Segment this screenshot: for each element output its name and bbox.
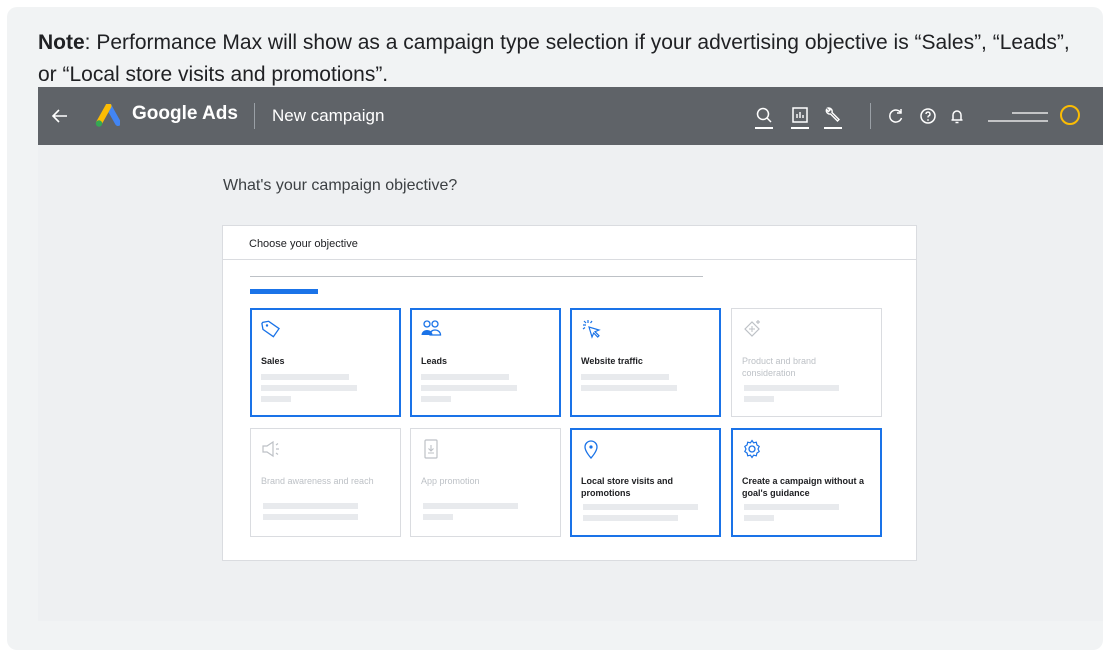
note-text: Note: Performance Max will show as a cam… bbox=[38, 27, 1088, 91]
page-title: New campaign bbox=[272, 106, 385, 125]
tools-icon[interactable] bbox=[821, 104, 845, 128]
placeholder-line bbox=[421, 396, 451, 402]
gear-icon bbox=[744, 439, 760, 459]
placeholder-line bbox=[744, 396, 774, 402]
placeholder-line bbox=[744, 504, 839, 510]
cursor-click-icon bbox=[582, 320, 601, 339]
progress-track bbox=[250, 276, 703, 277]
refresh-icon[interactable] bbox=[884, 104, 908, 128]
placeholder-line bbox=[421, 385, 517, 391]
objective-label: Website traffic bbox=[581, 356, 643, 366]
placeholder-line bbox=[261, 374, 349, 380]
objective-label: App promotion bbox=[421, 476, 480, 486]
google-ads-screenshot: Google Ads New campaign What's your camp… bbox=[38, 87, 1103, 621]
objective-tile-website-traffic[interactable]: Website traffic bbox=[570, 308, 721, 417]
placeholder-line bbox=[423, 514, 453, 520]
placeholder-line bbox=[261, 396, 291, 402]
objective-tile-local-store-visits[interactable]: Local store visits and promotions bbox=[570, 428, 721, 537]
objective-tile-brand-awareness[interactable]: Brand awareness and reach bbox=[250, 428, 401, 537]
objective-label: Create a campaign without a goal's guida… bbox=[742, 476, 865, 498]
google-ads-logo-icon bbox=[95, 104, 120, 127]
objective-tile-leads[interactable]: Leads bbox=[410, 308, 561, 417]
placeholder-line bbox=[263, 514, 358, 520]
search-icon[interactable] bbox=[752, 104, 776, 128]
progress-bar bbox=[250, 289, 318, 294]
notifications-icon[interactable] bbox=[945, 104, 969, 128]
objective-label: Product and brand consideration bbox=[742, 356, 817, 378]
objective-label: Sales bbox=[261, 356, 285, 366]
divider bbox=[870, 103, 871, 129]
placeholder-line bbox=[261, 385, 357, 391]
location-pin-icon bbox=[584, 440, 598, 459]
objective-label: Brand awareness and reach bbox=[261, 476, 374, 486]
placeholder-line bbox=[581, 374, 669, 380]
placeholder-line bbox=[423, 503, 518, 509]
placeholder-line bbox=[421, 374, 509, 380]
placeholder-line bbox=[581, 385, 677, 391]
reports-underline bbox=[791, 127, 809, 129]
phone-download-icon bbox=[424, 439, 438, 459]
placeholder-line bbox=[583, 515, 678, 521]
tag-icon bbox=[261, 320, 280, 338]
speaker-icon bbox=[262, 440, 279, 458]
avatar[interactable] bbox=[1060, 105, 1080, 125]
objective-tile-no-goal-guidance[interactable]: Create a campaign without a goal's guida… bbox=[731, 428, 882, 537]
help-icon[interactable] bbox=[916, 104, 940, 128]
placeholder-line bbox=[744, 515, 774, 521]
search-underline bbox=[755, 127, 773, 129]
placeholder-line bbox=[744, 385, 839, 391]
sparkle-icon bbox=[744, 320, 760, 337]
objective-tile-app-promotion[interactable]: App promotion bbox=[410, 428, 561, 537]
top-app-bar: Google Ads New campaign bbox=[38, 87, 1103, 145]
note-label: Note bbox=[38, 31, 85, 54]
panel-title: Choose your objective bbox=[249, 238, 358, 250]
brand-name: Google Ads bbox=[132, 103, 238, 124]
back-arrow-icon[interactable] bbox=[48, 104, 72, 128]
people-icon bbox=[421, 320, 442, 336]
reports-icon[interactable] bbox=[788, 104, 812, 128]
objective-tile-sales[interactable]: Sales bbox=[250, 308, 401, 417]
objective-tile-product-brand-consideration[interactable]: Product and brand consideration bbox=[731, 308, 882, 417]
panel-header: Choose your objective bbox=[223, 226, 916, 260]
objective-panel: Choose your objective Sales Leads Websit… bbox=[222, 225, 917, 561]
objective-label: Local store visits and promotions bbox=[581, 476, 674, 498]
divider bbox=[254, 103, 255, 129]
placeholder-line bbox=[263, 503, 358, 509]
placeholder-line bbox=[583, 504, 698, 510]
account-name-placeholder[interactable] bbox=[986, 109, 1050, 125]
note-body: : Performance Max will show as a campaig… bbox=[38, 31, 1070, 86]
objective-label: Leads bbox=[421, 356, 448, 366]
objective-question: What's your campaign objective? bbox=[223, 177, 458, 194]
tools-underline bbox=[824, 127, 842, 129]
